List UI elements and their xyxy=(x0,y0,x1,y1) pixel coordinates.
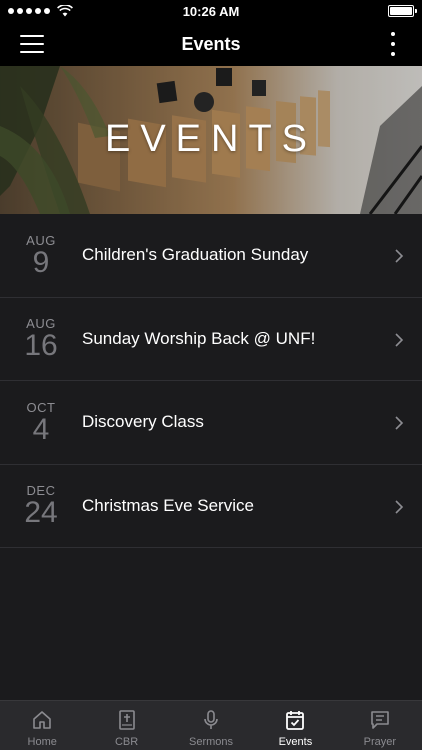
event-row[interactable]: AUG 9 Children's Graduation Sunday xyxy=(0,214,422,298)
event-row[interactable]: OCT 4 Discovery Class xyxy=(0,381,422,465)
event-row[interactable]: DEC 24 Christmas Eve Service xyxy=(0,465,422,548)
event-title: Discovery Class xyxy=(82,412,204,432)
chat-bubble-icon xyxy=(371,711,389,729)
tab-label: Prayer xyxy=(363,736,397,748)
tab-label: Events xyxy=(278,736,313,748)
navigation-bar: Events xyxy=(0,22,422,66)
hero-banner: EVENTS xyxy=(0,66,422,214)
hero-title: EVENTS xyxy=(104,118,318,160)
status-bar: 10:26 AM xyxy=(0,0,422,22)
tab-cbr[interactable]: CBR xyxy=(84,701,168,750)
tab-sermons[interactable]: Sermons xyxy=(169,701,253,750)
tab-label: Home xyxy=(27,736,57,748)
event-title: Children's Graduation Sunday xyxy=(82,245,309,265)
event-date: AUG 16 xyxy=(0,316,82,361)
tab-bar: Home CBR Sermons Events Prayer xyxy=(0,700,422,750)
event-date: AUG 9 xyxy=(0,233,82,278)
home-icon xyxy=(33,711,52,729)
tab-events[interactable]: Events xyxy=(253,701,337,750)
event-row[interactable]: AUG 16 Sunday Worship Back @ UNF! xyxy=(0,298,422,381)
microphone-icon xyxy=(204,710,218,729)
event-day: 24 xyxy=(24,496,58,530)
signal-strength-icon xyxy=(8,5,73,17)
tab-label: CBR xyxy=(114,736,139,748)
chevron-right-icon xyxy=(395,332,404,347)
event-date: DEC 24 xyxy=(0,483,82,528)
wifi-icon xyxy=(57,5,73,17)
calendar-icon xyxy=(286,711,305,730)
event-date: OCT 4 xyxy=(0,400,82,445)
event-day: 9 xyxy=(32,245,50,279)
tab-label: Sermons xyxy=(189,736,234,748)
tab-home[interactable]: Home xyxy=(0,701,84,750)
more-options-icon[interactable] xyxy=(390,32,396,56)
page-title: Events xyxy=(181,33,241,54)
tab-prayer[interactable]: Prayer xyxy=(338,701,422,750)
event-day: 4 xyxy=(32,412,50,446)
hamburger-menu-icon[interactable] xyxy=(20,35,44,53)
chevron-right-icon xyxy=(395,499,404,514)
event-title: Sunday Worship Back @ UNF! xyxy=(82,328,316,348)
chevron-right-icon xyxy=(395,416,404,430)
event-title: Christmas Eve Service xyxy=(82,495,254,515)
chevron-right-icon xyxy=(395,249,404,263)
events-list: AUG 9 Children's Graduation Sunday AUG 1… xyxy=(0,214,422,548)
battery-icon xyxy=(388,5,417,17)
event-day: 16 xyxy=(24,329,58,363)
bible-icon xyxy=(118,710,135,730)
